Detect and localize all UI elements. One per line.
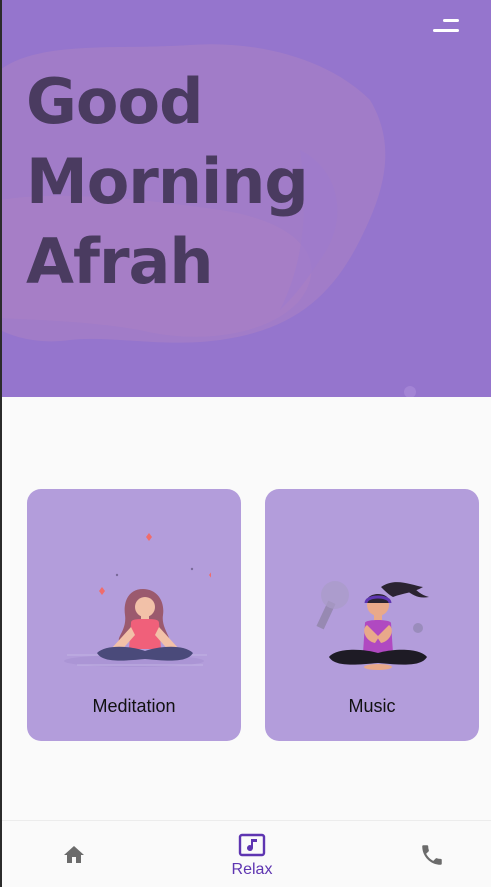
phone-icon: [422, 845, 442, 865]
greeting-name: Afrah: [26, 225, 214, 298]
card-label: Meditation: [92, 696, 176, 716]
music-card[interactable]: Music: [265, 489, 479, 741]
menu-icon-line: [433, 29, 459, 32]
nav-phone[interactable]: [372, 821, 491, 887]
nav-relax[interactable]: Relax: [192, 821, 312, 887]
nav-relax-label: Relax: [231, 861, 273, 878]
menu-icon-line: [443, 19, 459, 22]
window-edge: [0, 0, 2, 887]
home-icon: [64, 846, 84, 863]
music-note-icon: [238, 833, 266, 857]
greeting-line-1: Good Morning: [26, 65, 309, 218]
greeting-title: Good Morning Afrah: [26, 62, 486, 302]
nav-home[interactable]: [14, 821, 134, 887]
menu-button[interactable]: [429, 16, 463, 40]
music-illustration: [316, 581, 429, 670]
bottom-navigation-bar: Relax: [0, 820, 491, 887]
card-label: Music: [348, 696, 396, 716]
meditation-card[interactable]: Meditation: [27, 489, 241, 741]
header-banner: Good Morning Afrah: [0, 0, 491, 397]
meditation-illustration: [64, 533, 211, 667]
